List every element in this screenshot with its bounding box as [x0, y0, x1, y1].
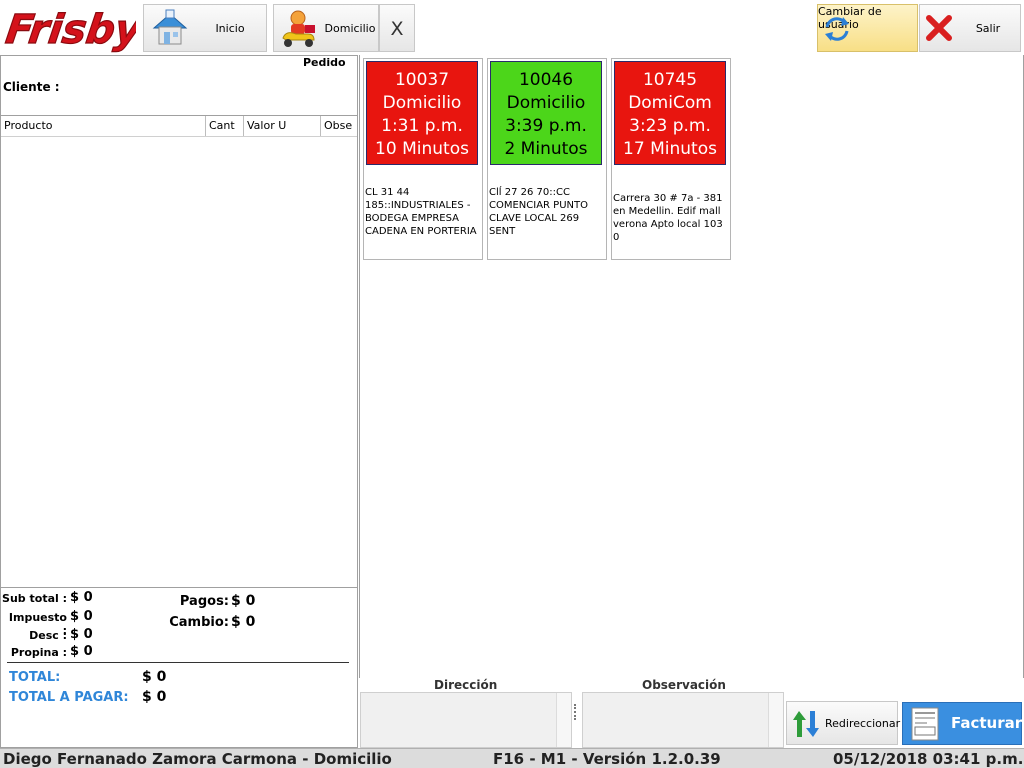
- column-header-producto[interactable]: Producto: [1, 116, 206, 136]
- status-version: F16 - M1 - Versión 1.2.0.39: [493, 750, 721, 768]
- cambio-label: Cambio:: [169, 615, 229, 630]
- order-time: 3:39 p.m.: [505, 116, 587, 136]
- products-table: Producto Cant Valor U Obse: [1, 115, 357, 587]
- subtotal-label: Sub total :: [2, 592, 67, 605]
- address-line: en Medellin. Edif mall: [613, 206, 721, 217]
- status-datetime: 05/12/2018 03:41 p.m.: [833, 750, 1024, 768]
- pagos-label: Pagos:: [179, 594, 229, 609]
- address-line: BODEGA EMPRESA: [365, 213, 459, 224]
- total-divider: [7, 662, 349, 663]
- desc-value: $ 0: [70, 627, 93, 642]
- facturar-label: Facturar: [951, 714, 1023, 732]
- bottom-panel: Dirección Observación Redireccionar Fact…: [359, 678, 1024, 748]
- close-label: X: [390, 18, 404, 40]
- observacion-label: Observación: [642, 678, 726, 692]
- switch-user-arrows-icon: [823, 15, 851, 43]
- observacion-scrollbar[interactable]: [768, 693, 783, 747]
- order-card-header[interactable]: 10037 Domicilio 1:31 p.m. 10 Minutos: [366, 61, 478, 165]
- delivery-scooter-icon: [278, 8, 318, 50]
- order-number: 10745: [642, 70, 698, 90]
- order-elapsed: 2 Minutos: [504, 139, 588, 159]
- address-line: CL 31 44: [365, 187, 410, 198]
- cliente-label: Cliente :: [3, 80, 60, 94]
- direccion-textbox[interactable]: [360, 692, 572, 748]
- svg-text:Frisby: Frisby: [4, 7, 136, 53]
- column-header-valor-u[interactable]: Valor U: [244, 116, 321, 136]
- red-x-icon: [924, 13, 954, 43]
- address-line: CADENA EN PORTERIA: [365, 226, 477, 237]
- order-card-header[interactable]: 10745 DomiCom 3:23 p.m. 17 Minutos: [614, 61, 726, 165]
- order-address: Carrera 30 # 7a - 381 en Medellin. Edif …: [613, 192, 728, 244]
- address-line: CLAVE LOCAL 269: [489, 213, 580, 224]
- table-header-divider: [1, 136, 357, 137]
- cambiar-usuario-button[interactable]: Cambiar de usuario: [817, 4, 918, 52]
- salir-label: Salir: [975, 22, 1001, 35]
- status-user: Diego Fernanado Zamora Carmona - Domicil…: [3, 750, 392, 768]
- salir-button[interactable]: Salir: [919, 4, 1021, 52]
- impuesto-value: $ 0: [70, 609, 93, 624]
- inicio-label: Inicio: [215, 22, 245, 35]
- order-type: DomiCom: [628, 93, 712, 113]
- top-toolbar: Frisby Inicio Domicilio X Cambiar de usu…: [0, 0, 1024, 54]
- redirect-arrows-icon: [791, 709, 821, 739]
- total-a-pagar-label: TOTAL A PAGAR:: [9, 690, 129, 705]
- house-icon: [150, 8, 190, 48]
- cambio-value: $ 0: [231, 614, 256, 630]
- order-detail-panel: Pedido Cliente : Producto Cant Valor U O…: [0, 55, 358, 748]
- pagos-value: $ 0: [231, 593, 256, 609]
- total-value: $ 0: [142, 669, 167, 685]
- order-card[interactable]: 10046 Domicilio 3:39 p.m. 2 Minutos Clĺ …: [487, 58, 607, 260]
- propina-label: Propina :: [10, 646, 67, 659]
- address-line: Clĺ 27 26 70::CC: [489, 187, 570, 198]
- observacion-textbox[interactable]: [582, 692, 784, 748]
- address-line: COMENCIAR PUNTO: [489, 200, 588, 211]
- address-line: SENT: [489, 226, 516, 237]
- address-line: verona Apto local 103 0: [613, 219, 723, 243]
- inicio-button[interactable]: Inicio: [143, 4, 267, 52]
- column-header-obse[interactable]: Obse: [321, 116, 357, 136]
- order-card[interactable]: 10745 DomiCom 3:23 p.m. 17 Minutos Carre…: [611, 58, 731, 260]
- propina-value: $ 0: [70, 644, 93, 659]
- address-line: 185::INDUSTRIALES -: [365, 200, 471, 211]
- domicilio-tab[interactable]: Domicilio: [273, 4, 379, 52]
- address-line: Carrera 30 # 7a - 381: [613, 193, 723, 204]
- status-bar: Diego Fernanado Zamora Carmona - Domicil…: [0, 748, 1024, 768]
- domicilio-label: Domicilio: [324, 22, 376, 35]
- direccion-label: Dirección: [434, 678, 498, 692]
- frisby-logo: Frisby: [2, 3, 146, 54]
- order-card[interactable]: 10037 Domicilio 1:31 p.m. 10 Minutos CL …: [363, 58, 483, 260]
- total-a-pagar-value: $ 0: [142, 689, 167, 705]
- order-type: Domicilio: [382, 93, 462, 113]
- order-address: Clĺ 27 26 70::CC COMENCIAR PUNTO CLAVE L…: [489, 186, 604, 238]
- order-address: CL 31 44 185::INDUSTRIALES - BODEGA EMPR…: [365, 186, 480, 238]
- order-time: 1:31 p.m.: [381, 116, 463, 136]
- redireccionar-label: Redireccionar: [825, 717, 901, 730]
- desc-label: Desc :: [29, 629, 67, 642]
- splitter-grip[interactable]: [574, 704, 576, 720]
- invoice-document-icon: [911, 707, 939, 741]
- close-tab-button[interactable]: X: [379, 4, 415, 52]
- order-number: 10046: [518, 70, 574, 90]
- facturar-button[interactable]: Facturar: [902, 702, 1022, 745]
- redireccionar-button[interactable]: Redireccionar: [786, 701, 901, 745]
- order-elapsed: 10 Minutos: [375, 139, 469, 159]
- order-number: 10037: [394, 70, 450, 90]
- pedido-label: Pedido: [303, 56, 346, 69]
- direccion-scrollbar[interactable]: [556, 693, 571, 747]
- order-time: 3:23 p.m.: [629, 116, 711, 136]
- orders-grid: 10037 Domicilio 1:31 p.m. 10 Minutos CL …: [359, 55, 1024, 678]
- subtotal-value: $ 0: [70, 590, 93, 605]
- summary-section: Sub total : $ 0 Impuesto : $ 0 Desc : $ …: [1, 587, 357, 747]
- order-card-header[interactable]: 10046 Domicilio 3:39 p.m. 2 Minutos: [490, 61, 602, 165]
- order-elapsed: 17 Minutos: [623, 139, 717, 159]
- column-header-cant[interactable]: Cant: [206, 116, 244, 136]
- order-type: Domicilio: [506, 93, 586, 113]
- total-label: TOTAL:: [9, 670, 61, 685]
